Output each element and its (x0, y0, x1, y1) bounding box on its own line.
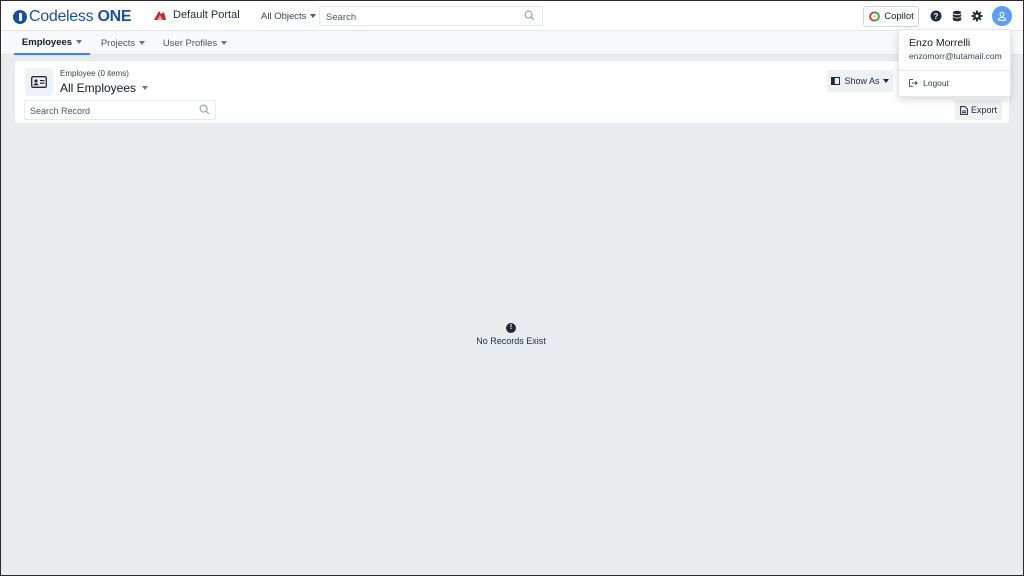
user-icon (997, 11, 1007, 21)
gear-icon[interactable] (971, 10, 983, 22)
chevron-down-icon[interactable] (221, 41, 228, 45)
global-search (319, 6, 543, 27)
codeless-one-logo[interactable]: Codeless ONE (13, 7, 132, 27)
object-tabs: Employees Projects User Profiles (1, 31, 1023, 55)
chevron-down-icon[interactable] (76, 40, 83, 44)
copilot-icon (869, 11, 881, 22)
user-email: enzomorr@tutamail.com (909, 51, 1002, 61)
tab-employees[interactable]: Employees (14, 31, 90, 55)
user-menu-dropdown: Enzo Morrelli enzomorr@tutamail.com Logo… (898, 29, 1011, 97)
show-as-button[interactable]: Show As (827, 70, 893, 92)
user-name: Enzo Morrelli (909, 37, 971, 49)
logo-prefix: Codeless (29, 8, 94, 25)
database-icon[interactable] (951, 10, 963, 22)
tab-label: Employees (21, 36, 73, 48)
chevron-down-icon (142, 86, 149, 90)
tab-label: User Profiles (162, 37, 218, 49)
portal-name: Default Portal (173, 9, 240, 21)
copilot-button[interactable]: Copilot (863, 6, 919, 27)
chevron-down-icon (310, 14, 317, 18)
layout-icon (831, 77, 841, 85)
empty-state: ! No Records Exist (461, 323, 561, 346)
file-export-icon (960, 105, 968, 115)
portal-switcher[interactable]: Default Portal (153, 9, 240, 21)
export-label: Export (970, 105, 997, 115)
info-icon: ! (506, 323, 516, 333)
chevron-down-icon[interactable] (139, 41, 146, 45)
app-window: Codeless ONE Default Portal All Objects (1, 1, 1023, 575)
logo-mark-icon (13, 10, 27, 24)
view-title: All Employees (60, 81, 137, 95)
employee-card-icon (25, 68, 53, 96)
search-icon[interactable] (524, 10, 535, 21)
portal-icon (154, 11, 166, 20)
help-icon[interactable]: ? (930, 10, 942, 22)
logo-suffix: ONE (97, 8, 132, 25)
svg-text:?: ? (934, 12, 939, 21)
top-bar: Codeless ONE Default Portal All Objects (1, 1, 1023, 31)
search-scope-value: All Objects (261, 10, 307, 22)
user-avatar[interactable] (992, 6, 1012, 26)
search-icon[interactable] (199, 104, 210, 115)
global-search-input[interactable] (320, 8, 510, 27)
logout-menu-item[interactable]: Logout (909, 78, 949, 88)
empty-state-message: No Records Exist (476, 336, 546, 346)
logout-label: Logout (923, 78, 949, 88)
tab-projects[interactable]: Projects (94, 31, 152, 55)
copilot-label: Copilot (884, 11, 914, 22)
tab-label: Projects (100, 37, 136, 49)
chevron-down-icon (882, 79, 889, 83)
entity-item-count: Employee (0 items) (60, 69, 129, 78)
show-as-label: Show As (844, 76, 880, 86)
logout-icon (909, 79, 918, 87)
tab-user-profiles[interactable]: User Profiles (158, 31, 232, 55)
menu-divider (899, 70, 1010, 71)
export-button[interactable]: Export (955, 100, 1002, 120)
list-header-card: Employee (0 items) All Employees Show As (14, 60, 1010, 124)
record-search-input[interactable] (25, 102, 190, 120)
view-selector[interactable]: All Employees (60, 81, 149, 95)
search-scope-select[interactable]: All Objects (257, 6, 319, 26)
record-search (24, 100, 216, 120)
